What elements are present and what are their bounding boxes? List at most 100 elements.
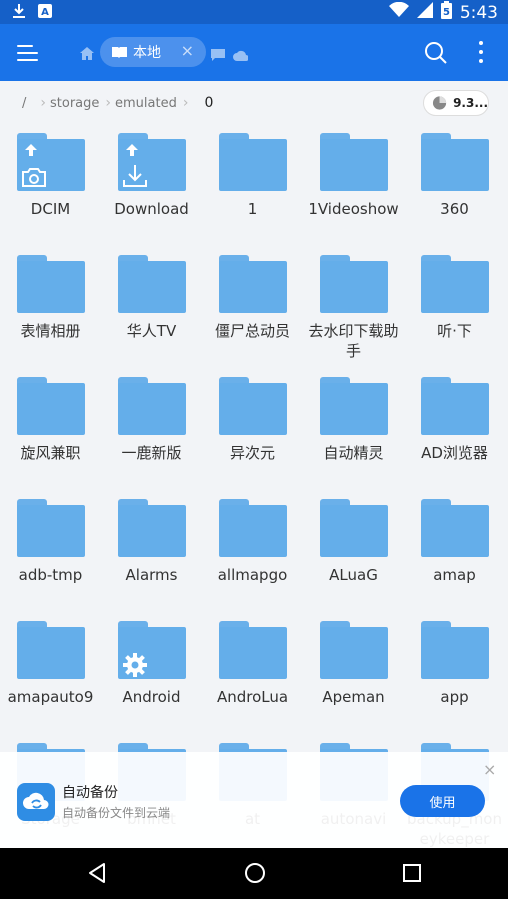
storage-usage-chip[interactable]: 9.3... (423, 90, 489, 116)
folder-name: 自动精灵 (323, 444, 384, 462)
folder-item[interactable]: 异次元 (202, 377, 303, 463)
folder-item[interactable]: AD浏览器 (404, 377, 505, 463)
breadcrumb-emulated[interactable]: › emulated (101, 95, 176, 111)
folder-name: allmapgo (217, 566, 288, 584)
folder-name: adb-tmp (18, 566, 83, 584)
tab-shortcuts (211, 46, 249, 65)
more-options-icon[interactable] (476, 41, 486, 65)
folder-name: 听·下 (437, 322, 472, 340)
folder-icon (16, 377, 85, 435)
back-icon[interactable] (86, 861, 108, 889)
folder-item[interactable]: Apeman (303, 621, 404, 707)
folder-icon (117, 499, 186, 557)
folder-name: ALuaG (329, 566, 378, 584)
camera-icon (21, 167, 47, 191)
folder-item[interactable]: 华人TV (101, 255, 202, 341)
folder-name: 旋风兼职 (20, 444, 81, 462)
folder-item[interactable]: 1 (202, 133, 303, 219)
menu-icon-line (17, 59, 38, 61)
folder-item[interactable]: 僵尸总动员 (202, 255, 303, 341)
folder-item[interactable]: 去水印下载助手 (303, 255, 404, 361)
folder-item[interactable]: Download (101, 133, 202, 219)
svg-text:5: 5 (443, 7, 450, 18)
folder-name: Download (114, 200, 189, 218)
folder-item[interactable]: app (404, 621, 505, 707)
svg-text:A: A (41, 7, 49, 18)
backup-banner: 自动备份 自动备份文件到云端 使用 × (0, 752, 508, 848)
folder-item[interactable]: 360 (404, 133, 505, 219)
pie-icon (432, 96, 447, 110)
folder-item[interactable]: AndroLua (202, 621, 303, 707)
tab-local[interactable]: 本地 × (100, 37, 206, 67)
folder-icon (319, 499, 388, 557)
folder-icon (16, 621, 85, 679)
folder-name: 去水印下载助手 (308, 322, 399, 360)
folder-name: app (440, 688, 469, 706)
notification-a-icon: A (38, 3, 52, 23)
clock: 5:43 (459, 2, 498, 23)
folder-item[interactable]: 表情相册 (0, 255, 101, 341)
folder-item[interactable]: 一鹿新版 (101, 377, 202, 463)
app-bar: 本地 × (0, 24, 508, 81)
breadcrumb-root-label: / (22, 95, 27, 111)
cloud-icon[interactable] (233, 46, 249, 65)
menu-button[interactable] (14, 40, 42, 64)
breadcrumb-storage-label: storage (50, 95, 100, 111)
folder-name: 表情相册 (20, 322, 81, 340)
folder-name: 1Videoshow (308, 200, 399, 218)
folder-item[interactable]: 旋风兼职 (0, 377, 101, 463)
folder-item[interactable]: Android (101, 621, 202, 707)
folder-item[interactable]: 听·下 (404, 255, 505, 341)
chevron-right-icon: › (40, 95, 46, 111)
folder-item[interactable]: DCIM (0, 133, 101, 219)
folder-item[interactable]: Alarms (101, 499, 202, 585)
menu-icon (17, 45, 33, 47)
home-circle-icon[interactable] (243, 861, 267, 889)
folder-name: AndroLua (216, 688, 289, 706)
folder-icon (420, 255, 489, 313)
book-icon (112, 43, 127, 62)
signal-icon (416, 2, 433, 23)
folder-icon (218, 499, 287, 557)
folder-item[interactable]: 自动精灵 (303, 377, 404, 463)
folder-item[interactable]: amap (404, 499, 505, 585)
recents-square-icon[interactable] (401, 861, 423, 889)
folder-icon (218, 133, 287, 191)
folder-icon (420, 499, 489, 557)
folder-name: Android (122, 688, 181, 706)
wifi-icon (388, 1, 409, 23)
breadcrumb-current[interactable]: › 0 (179, 95, 214, 111)
folder-name: Apeman (322, 688, 385, 706)
banner-title: 自动备份 (62, 785, 118, 801)
folder-item[interactable]: allmapgo (202, 499, 303, 585)
folder-item[interactable]: ALuaG (303, 499, 404, 585)
breadcrumb-current-label: 0 (204, 95, 214, 111)
breadcrumb-root[interactable]: / (22, 96, 26, 111)
folder-icon (218, 377, 287, 435)
use-button[interactable]: 使用 (400, 785, 485, 817)
folder-name: amapauto9 (7, 688, 94, 706)
folder-icon (117, 377, 186, 435)
folder-item[interactable]: 1Videoshow (303, 133, 404, 219)
folder-item[interactable]: adb-tmp (0, 499, 101, 585)
folder-name: AD浏览器 (421, 444, 488, 462)
chat-icon[interactable] (211, 46, 225, 65)
folder-item[interactable]: amapauto9 (0, 621, 101, 707)
close-icon[interactable]: × (483, 760, 496, 779)
folder-name: 华人TV (126, 322, 177, 340)
status-bar: A 5 5:43 (0, 0, 508, 24)
close-tab-icon[interactable]: × (181, 43, 194, 59)
home-icon[interactable] (80, 45, 94, 64)
folder-icon (319, 377, 388, 435)
folder-name: Alarms (125, 566, 178, 584)
breadcrumb-storage[interactable]: › storage (36, 95, 99, 111)
upload-arrow-icon (24, 141, 38, 160)
folder-name: 360 (440, 200, 469, 218)
folder-icon (319, 133, 388, 191)
search-icon[interactable] (424, 41, 448, 69)
upload-arrow-icon (125, 141, 139, 160)
gear-icon (121, 651, 149, 683)
folder-name: DCIM (30, 200, 71, 218)
folder-name: amap (433, 566, 476, 584)
folder-icon (218, 621, 287, 679)
